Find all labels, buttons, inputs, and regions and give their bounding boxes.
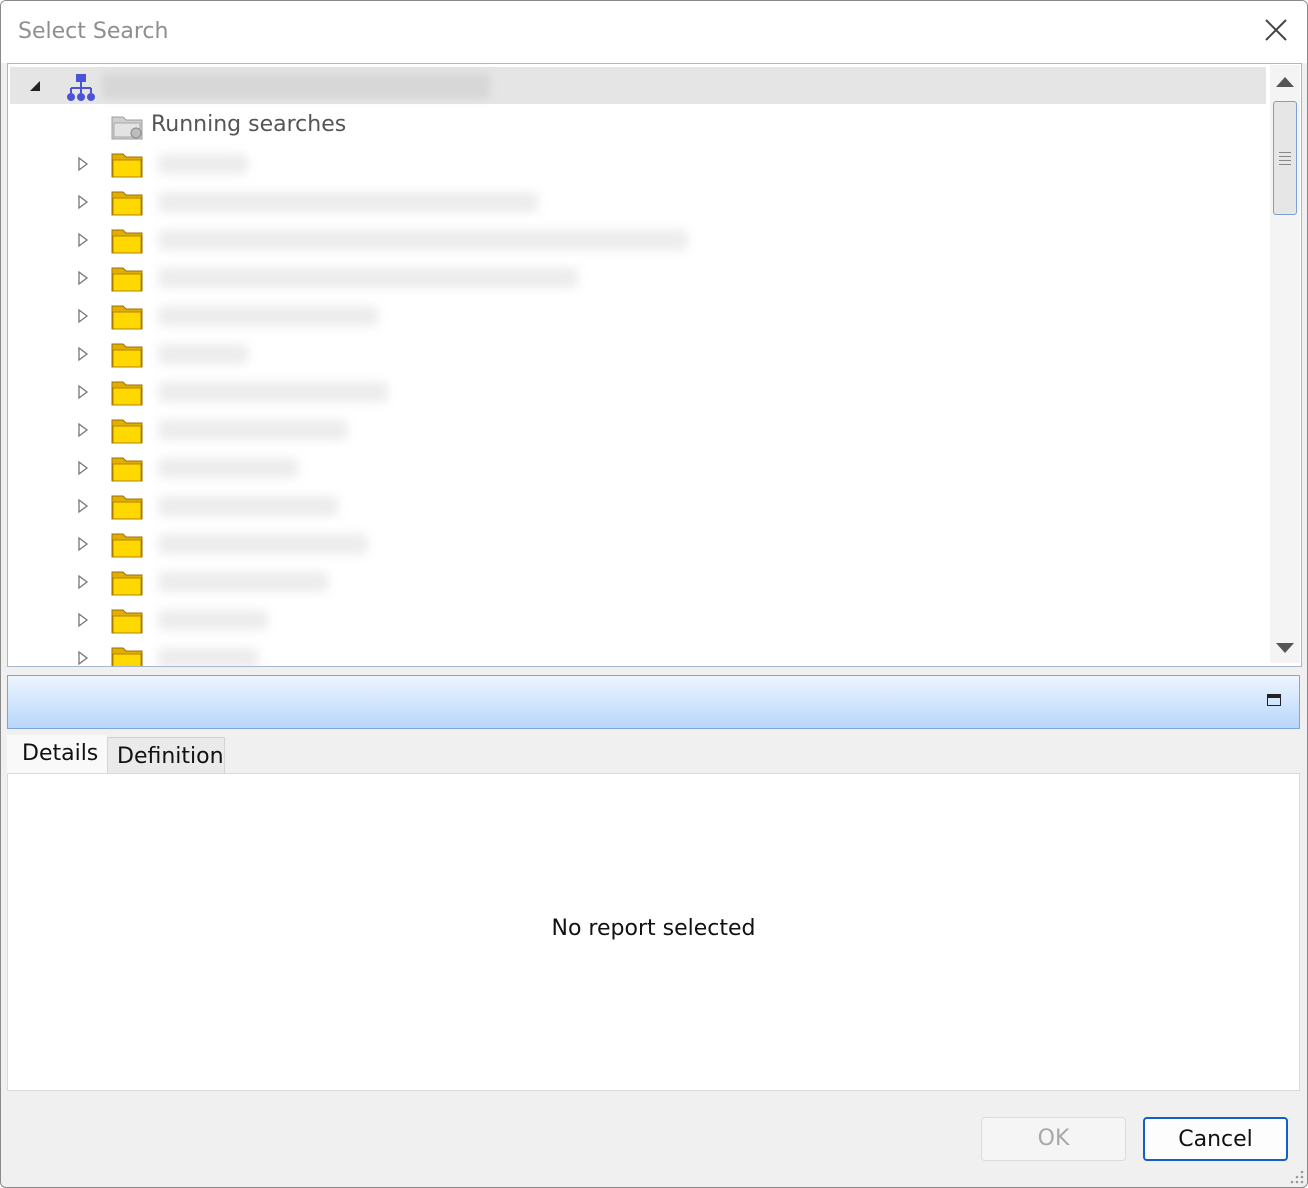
folder-icon xyxy=(111,267,143,292)
tree-item-running-searches[interactable]: Running searches xyxy=(8,106,1264,144)
folder-icon xyxy=(111,609,143,634)
scroll-up-arrow-icon[interactable] xyxy=(1276,77,1294,87)
resize-grip-icon[interactable] xyxy=(1287,1167,1305,1185)
tree-root-row[interactable] xyxy=(10,67,1266,104)
close-button[interactable] xyxy=(1259,13,1293,47)
dialog-title: Select Search xyxy=(18,19,169,44)
expand-arrow-icon[interactable] xyxy=(76,536,90,552)
tree-item-label: Running searches xyxy=(151,112,347,137)
folder-icon xyxy=(111,571,143,596)
expand-arrow-icon[interactable] xyxy=(76,384,90,400)
tab-definition[interactable]: Definition xyxy=(107,737,225,775)
search-tree[interactable]: Running searches xyxy=(7,63,1302,667)
expand-arrow-icon[interactable] xyxy=(76,308,90,324)
close-icon xyxy=(1265,19,1287,41)
folder-icon xyxy=(111,457,143,482)
grip-icon xyxy=(1279,152,1291,168)
folder-icon xyxy=(111,381,143,406)
expand-arrow-icon[interactable] xyxy=(76,612,90,628)
scroll-down-arrow-icon[interactable] xyxy=(1276,643,1294,653)
expand-arrow-icon[interactable] xyxy=(76,574,90,590)
network-hierarchy-icon xyxy=(67,74,95,101)
expand-arrow-icon[interactable] xyxy=(76,498,90,514)
expand-arrow-icon[interactable] xyxy=(76,346,90,362)
collapse-pane-icon[interactable] xyxy=(1267,694,1281,706)
expand-arrow-icon[interactable] xyxy=(76,194,90,210)
folder-icon xyxy=(111,229,143,254)
empty-state-message: No report selected xyxy=(551,916,756,941)
tab-details[interactable]: Details xyxy=(7,735,107,775)
details-pane-header[interactable] xyxy=(7,675,1300,729)
expand-arrow-icon[interactable] xyxy=(76,460,90,476)
folder-icon xyxy=(111,419,143,444)
expand-arrow-icon[interactable] xyxy=(76,232,90,248)
folder-icon xyxy=(111,305,143,330)
folder-icon xyxy=(111,191,143,216)
folder-icon xyxy=(111,495,143,520)
folder-icon xyxy=(111,343,143,368)
expand-arrow-icon[interactable] xyxy=(76,650,90,666)
cancel-button[interactable]: Cancel xyxy=(1143,1117,1288,1161)
expand-arrow-icon[interactable] xyxy=(76,156,90,172)
folder-icon xyxy=(111,647,143,666)
folder-icon xyxy=(111,153,143,178)
title-bar: Select Search xyxy=(1,1,1307,63)
vertical-scrollbar[interactable] xyxy=(1270,65,1300,663)
scroll-thumb[interactable] xyxy=(1273,101,1297,215)
folder-icon xyxy=(111,533,143,558)
expand-arrow-icon[interactable] xyxy=(76,270,90,286)
root-label-redacted xyxy=(102,73,490,99)
select-search-dialog: Select Search Running searches Details D… xyxy=(0,0,1308,1188)
expand-arrow-icon[interactable] xyxy=(76,422,90,438)
redaction-overlay xyxy=(148,144,714,666)
details-panel: No report selected xyxy=(7,773,1300,1091)
ok-button[interactable]: OK xyxy=(981,1117,1126,1161)
collapse-arrow-icon[interactable] xyxy=(30,81,40,91)
running-searches-folder-icon xyxy=(111,116,143,140)
